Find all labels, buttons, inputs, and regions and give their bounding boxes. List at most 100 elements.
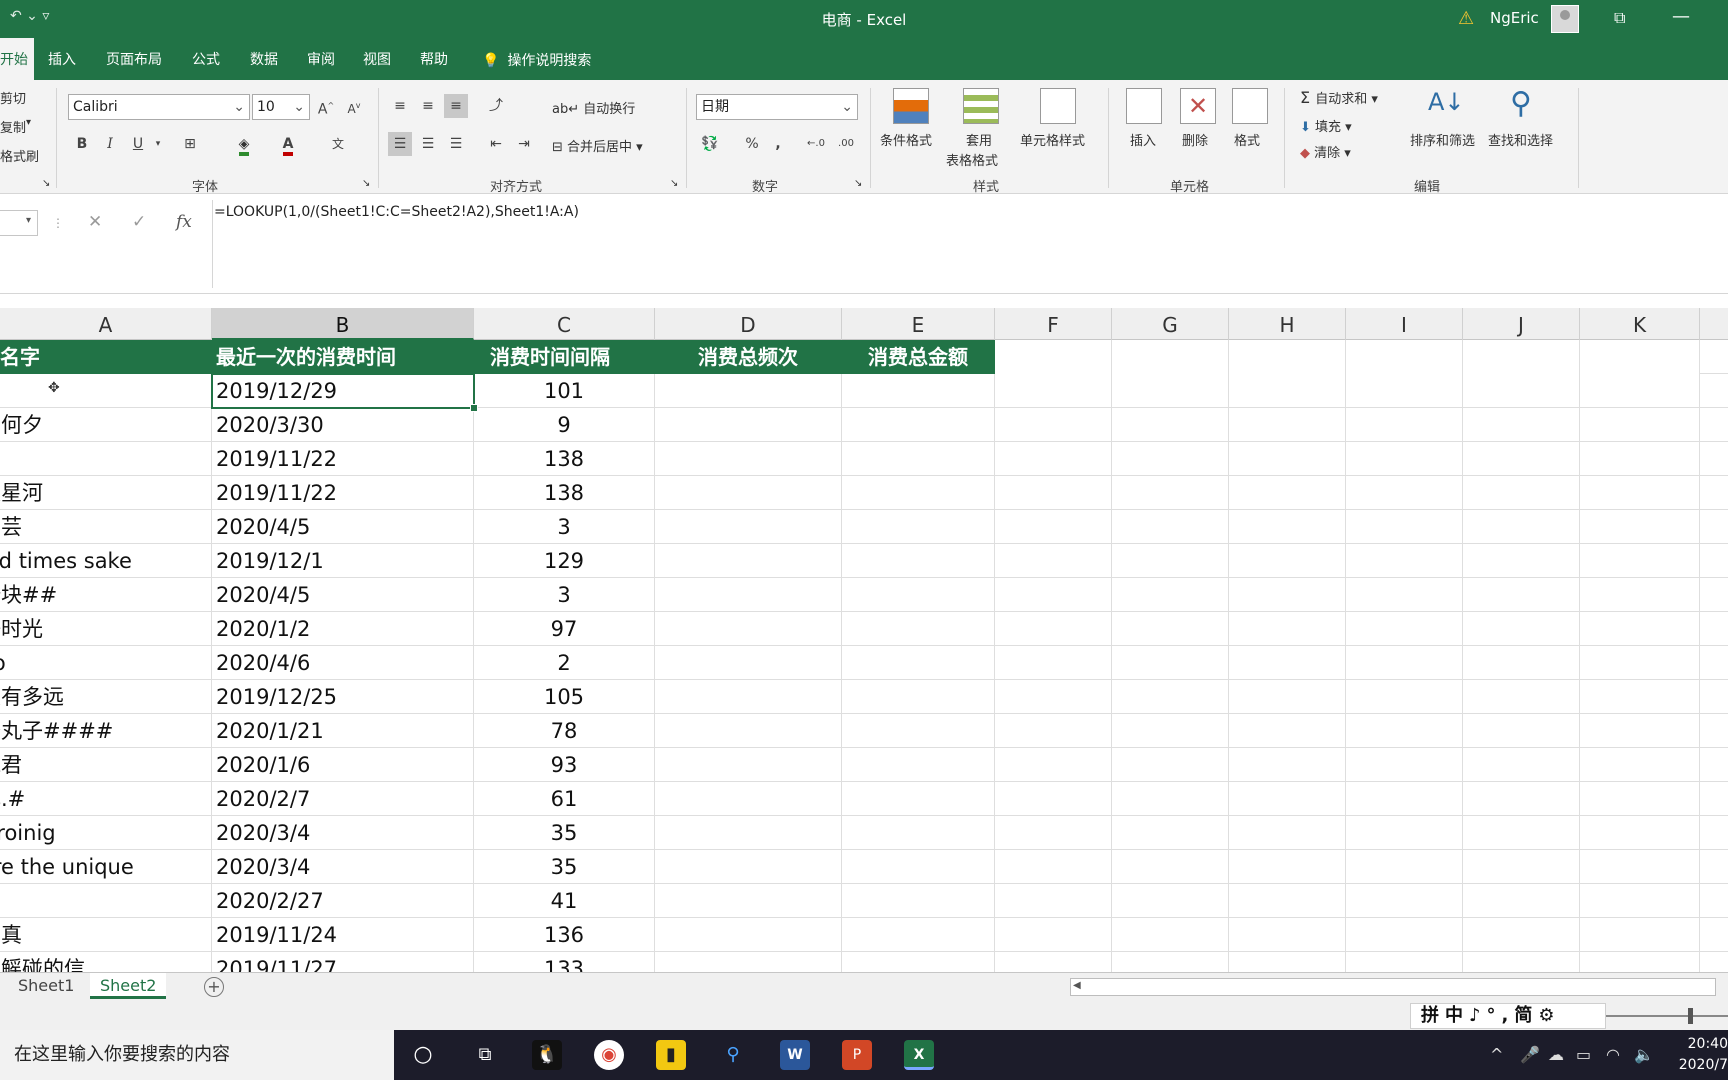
grid-cell[interactable]: [1463, 680, 1580, 714]
cell-last-purchase[interactable]: 2020/3/30: [212, 408, 474, 442]
borders-icon[interactable]: ⊞: [178, 132, 202, 156]
grid-cell[interactable]: [1346, 850, 1463, 884]
grid-cell[interactable]: [1580, 952, 1700, 972]
cell-shop-name[interactable]: 可鳐碰的信: [0, 952, 212, 972]
format-as-table-icon[interactable]: [963, 88, 999, 124]
grid-cell[interactable]: [1346, 476, 1463, 510]
wrap-text-button[interactable]: ab↵ 自动换行: [552, 98, 635, 117]
grid-cell[interactable]: [655, 816, 842, 850]
avatar[interactable]: [1551, 5, 1579, 33]
dialog-launcher-icon[interactable]: ↘: [854, 178, 862, 189]
grid-cell[interactable]: [1346, 442, 1463, 476]
cell-interval[interactable]: 105: [474, 680, 655, 714]
grid-cell[interactable]: [995, 340, 1112, 374]
grid-cell[interactable]: [995, 952, 1112, 972]
font-color-icon[interactable]: A: [276, 132, 300, 156]
grid-cell[interactable]: [842, 850, 995, 884]
grid-cell[interactable]: [655, 510, 842, 544]
merge-center-button[interactable]: ⊟ 合并后居中 ▾: [552, 136, 643, 155]
cell-interval[interactable]: 78: [474, 714, 655, 748]
ime-toolbar[interactable]: 拼中♪°,简⚙: [1410, 1003, 1606, 1029]
column-header-k[interactable]: K: [1580, 308, 1700, 340]
grid-cell[interactable]: [995, 850, 1112, 884]
grid-cell[interactable]: [1580, 476, 1700, 510]
grid-cell[interactable]: [1463, 578, 1580, 612]
powerbi-icon[interactable]: ▮: [656, 1040, 686, 1070]
grid-cell[interactable]: [655, 782, 842, 816]
cell-shop-name[interactable]: 芸芸: [0, 510, 212, 544]
grid-cell[interactable]: [1112, 510, 1229, 544]
cell-shop-name[interactable]: old times sake: [0, 544, 212, 578]
copy-button[interactable]: 复制: [0, 117, 26, 136]
grid-cell[interactable]: [1346, 782, 1463, 816]
grid-cell[interactable]: [995, 680, 1112, 714]
dialog-launcher-icon[interactable]: ↘: [42, 178, 50, 189]
grid-cell[interactable]: [1229, 884, 1346, 918]
grid-cell[interactable]: [655, 476, 842, 510]
grid-cell[interactable]: [842, 884, 995, 918]
tab-formulas[interactable]: 公式: [192, 38, 220, 80]
insert-cells-button[interactable]: 插入: [1130, 130, 1156, 149]
tab-home[interactable]: 开始: [0, 38, 34, 80]
find-select-button[interactable]: 查找和选择: [1488, 130, 1553, 149]
grid-cell[interactable]: [655, 952, 842, 972]
cell-shop-name[interactable]: Groinig: [0, 816, 212, 850]
powerpoint-icon[interactable]: P: [842, 1040, 872, 1070]
column-header-e[interactable]: E: [842, 308, 995, 340]
grid-cell[interactable]: [1346, 884, 1463, 918]
grid-cell[interactable]: [1112, 952, 1229, 972]
grid-cell[interactable]: [1112, 374, 1229, 408]
onedrive-icon[interactable]: ☁: [1548, 1045, 1564, 1064]
grid-cell[interactable]: [1229, 748, 1346, 782]
align-right-icon[interactable]: ☰: [444, 132, 468, 156]
cell-shop-name[interactable]: 圣丸子####: [0, 714, 212, 748]
grid-cell[interactable]: [1112, 748, 1229, 782]
grid-cell[interactable]: [655, 442, 842, 476]
header-cell[interactable]: 消费总金额: [842, 340, 995, 374]
increase-indent-icon[interactable]: ⇥: [512, 132, 536, 156]
grid-cell[interactable]: [1580, 884, 1700, 918]
zoom-knob[interactable]: [1688, 1008, 1693, 1024]
grid-cell[interactable]: [1580, 612, 1700, 646]
grid-cell[interactable]: [1229, 612, 1346, 646]
bold-button[interactable]: B: [70, 132, 94, 156]
grid-cell[interactable]: [842, 918, 995, 952]
grid-cell[interactable]: [1112, 884, 1229, 918]
grid-cell[interactable]: [995, 714, 1112, 748]
format-as-table-top-label[interactable]: 套用: [966, 130, 992, 149]
grid-cell[interactable]: [1346, 918, 1463, 952]
orientation-icon[interactable]: ⤴: [484, 94, 508, 118]
format-as-table-bottom-label[interactable]: 表格格式: [946, 150, 998, 169]
header-cell[interactable]: 消费时间间隔: [474, 340, 655, 374]
tab-view[interactable]: 视图: [363, 38, 391, 80]
word-icon[interactable]: W: [780, 1040, 810, 1070]
grid-cell[interactable]: [1580, 442, 1700, 476]
dialog-launcher-icon[interactable]: ↘: [362, 178, 370, 189]
grid-cell[interactable]: [995, 748, 1112, 782]
grid-cell[interactable]: [1112, 476, 1229, 510]
autosum-button[interactable]: Σ 自动求和 ▾: [1300, 88, 1378, 107]
grid-cell[interactable]: [1463, 884, 1580, 918]
comma-button[interactable]: ,: [766, 132, 790, 156]
cell-last-purchase[interactable]: 2020/4/5: [212, 578, 474, 612]
grid-cell[interactable]: [995, 782, 1112, 816]
grid-cell[interactable]: [1112, 918, 1229, 952]
insert-cells-icon[interactable]: [1126, 88, 1162, 124]
cell-shop-name[interactable]: 银星河: [0, 476, 212, 510]
format-cells-icon[interactable]: [1232, 88, 1268, 124]
grid-cell[interactable]: [1463, 816, 1580, 850]
wifi-icon[interactable]: ◠: [1606, 1045, 1620, 1064]
align-top-icon[interactable]: ≡: [388, 94, 412, 118]
cell-last-purchase[interactable]: 2020/1/2: [212, 612, 474, 646]
grid-cell[interactable]: [1229, 816, 1346, 850]
cell-interval[interactable]: 3: [474, 510, 655, 544]
cell-shop-name[interactable]: 糖块##: [0, 578, 212, 612]
delete-cells-icon[interactable]: ✕: [1180, 88, 1216, 124]
grid-cell[interactable]: [1112, 782, 1229, 816]
minimize-icon[interactable]: —: [1672, 6, 1690, 27]
tray-chevron-icon[interactable]: ^: [1490, 1045, 1503, 1064]
delete-cells-button[interactable]: 删除: [1182, 130, 1208, 149]
tab-insert[interactable]: 插入: [48, 38, 76, 80]
cell-interval[interactable]: 136: [474, 918, 655, 952]
cell-last-purchase[interactable]: 2019/11/22: [212, 442, 474, 476]
